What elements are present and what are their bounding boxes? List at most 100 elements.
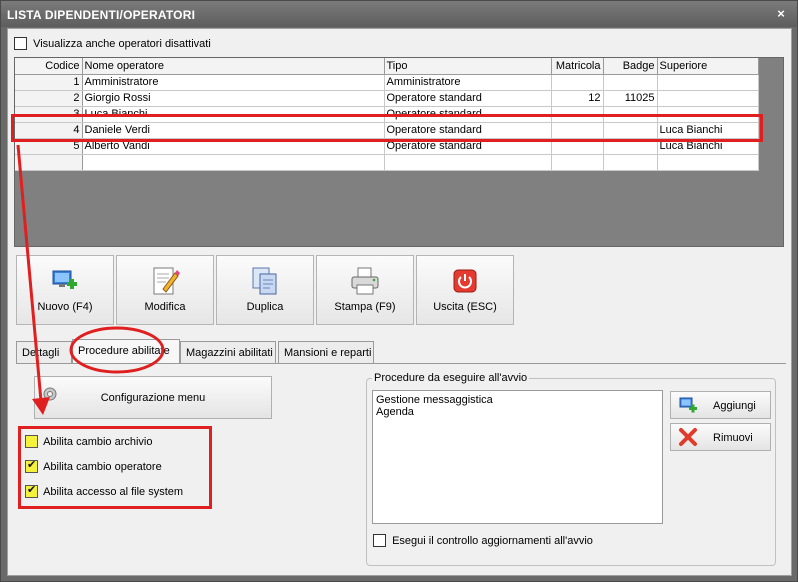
operators-table: Codice Nome operatore Tipo Matricola Bad… xyxy=(15,58,759,171)
table-row[interactable]: 4 Daniele Verdi Operatore standard Luca … xyxy=(15,122,759,139)
cell-empty xyxy=(384,154,552,171)
permission-label: Abilita cambio operatore xyxy=(43,460,162,473)
duplicate-button[interactable]: Duplica xyxy=(216,255,314,325)
permission-label: Abilita cambio archivio xyxy=(43,435,153,448)
startup-procedures-group: Procedure da eseguire all'avvio Gestione… xyxy=(366,372,776,566)
exit-button-label: Uscita (ESC) xyxy=(433,301,497,313)
cell-superiore: Luca Bianchi xyxy=(657,122,759,139)
tab-divider xyxy=(16,363,786,364)
edit-button-label: Modifica xyxy=(144,301,186,313)
cell-tipo: Operatore standard xyxy=(384,122,552,139)
permission-checkbox[interactable] xyxy=(25,483,38,498)
startup-group-legend: Procedure da eseguire all'avvio xyxy=(372,372,530,384)
cell-nome: Luca Bianchi xyxy=(82,106,385,123)
cell-nome: Giorgio Rossi xyxy=(82,90,385,107)
cell-nome: Daniele Verdi xyxy=(82,122,385,139)
cell-codice: 1 xyxy=(15,74,83,91)
print-button[interactable]: Stampa (F9) xyxy=(316,255,414,325)
window-titlebar: LISTA DIPENDENTI/OPERATORI × xyxy=(1,1,797,27)
config-menu-label: Configurazione menu xyxy=(100,392,206,404)
cell-empty xyxy=(82,154,385,171)
new-monitor-plus-icon xyxy=(49,265,81,297)
cell-matricola xyxy=(551,138,604,155)
tab-mansioni-reparti[interactable]: Mansioni e reparti xyxy=(278,341,374,363)
permission-checkbox[interactable] xyxy=(25,435,38,448)
cell-empty xyxy=(551,154,604,171)
operators-grid[interactable]: Codice Nome operatore Tipo Matricola Bad… xyxy=(14,57,784,247)
new-button[interactable]: Nuovo (F4) xyxy=(16,255,114,325)
list-item[interactable]: Gestione messaggistica xyxy=(376,394,659,406)
show-inactive-option[interactable]: Visualizza anche operatori disattivati xyxy=(14,37,211,50)
table-row[interactable]: 5 Alberto Vandi Operatore standard Luca … xyxy=(15,138,759,155)
column-header-badge[interactable]: Badge xyxy=(603,58,658,75)
red-x-icon xyxy=(678,427,698,447)
add-procedure-button[interactable]: Aggiungi xyxy=(670,391,771,419)
duplicate-button-label: Duplica xyxy=(246,301,284,313)
cell-empty xyxy=(15,154,83,171)
cell-codice: 3 xyxy=(15,106,83,123)
column-header-matricola[interactable]: Matricola xyxy=(551,58,604,75)
window-title: LISTA DIPENDENTI/OPERATORI xyxy=(7,8,196,22)
add-procedure-label: Aggiungi xyxy=(713,400,756,412)
duplicate-documents-icon xyxy=(249,265,281,297)
permission-cambio-archivio[interactable]: Abilita cambio archivio xyxy=(25,435,153,448)
column-header-nome[interactable]: Nome operatore xyxy=(82,58,385,75)
cell-codice: 2 xyxy=(15,90,83,107)
cell-matricola xyxy=(551,122,604,139)
table-row-empty[interactable] xyxy=(15,154,759,171)
cell-superiore: Luca Bianchi xyxy=(657,138,759,155)
table-row[interactable]: 2 Giorgio Rossi Operatore standard 12 11… xyxy=(15,90,759,107)
edit-document-pencil-icon xyxy=(149,265,181,297)
permission-label: Abilita accesso al file system xyxy=(43,485,184,498)
tab-dettagli[interactable]: Dettagli xyxy=(16,341,72,363)
cell-codice: 5 xyxy=(15,138,83,155)
cell-codice: 4 xyxy=(15,122,83,139)
edit-button[interactable]: Modifica xyxy=(116,255,214,325)
update-check-option[interactable]: Esegui il controllo aggiornamenti all'av… xyxy=(373,534,593,547)
cell-empty xyxy=(657,154,759,171)
config-menu-button[interactable]: Configurazione menu xyxy=(34,376,272,419)
cell-badge: 11025 xyxy=(603,90,658,107)
tab-procedure-abilitate[interactable]: Procedure abilitate xyxy=(72,339,180,363)
permission-cambio-operatore[interactable]: Abilita cambio operatore xyxy=(25,458,162,473)
cell-badge xyxy=(603,122,658,139)
cell-tipo: Operatore standard xyxy=(384,138,552,155)
printer-icon xyxy=(349,265,381,297)
cell-empty xyxy=(603,154,658,171)
cell-badge xyxy=(603,106,658,123)
permission-accesso-file-system[interactable]: Abilita accesso al file system xyxy=(25,483,184,498)
tab-magazzini-abilitati[interactable]: Magazzini abilitati xyxy=(180,341,276,363)
startup-procedures-list[interactable]: Gestione messaggistica Agenda xyxy=(372,390,663,524)
table-row[interactable]: 3 Luca Bianchi Operatore standard xyxy=(15,106,759,123)
new-button-label: Nuovo (F4) xyxy=(37,301,93,313)
cell-matricola xyxy=(551,74,604,91)
column-header-codice[interactable]: Codice xyxy=(15,58,83,75)
exit-button[interactable]: Uscita (ESC) xyxy=(416,255,514,325)
update-check-checkbox[interactable] xyxy=(373,534,386,547)
show-inactive-checkbox[interactable] xyxy=(14,37,27,50)
column-header-superiore[interactable]: Superiore xyxy=(657,58,759,75)
column-header-tipo[interactable]: Tipo xyxy=(384,58,552,75)
table-header-row: Codice Nome operatore Tipo Matricola Bad… xyxy=(15,58,759,75)
cell-nome: Alberto Vandi xyxy=(82,138,385,155)
table-row[interactable]: 1 Amministratore Amministratore xyxy=(15,74,759,91)
cell-tipo: Amministratore xyxy=(384,74,552,91)
list-item[interactable]: Agenda xyxy=(376,406,659,418)
cell-superiore xyxy=(657,90,759,107)
client-area: Visualizza anche operatori disattivati C… xyxy=(7,28,792,576)
operators-window: LISTA DIPENDENTI/OPERATORI × Visualizza … xyxy=(0,0,798,582)
remove-procedure-button[interactable]: Rimuovi xyxy=(670,423,771,451)
cell-superiore xyxy=(657,106,759,123)
close-icon[interactable]: × xyxy=(777,6,785,21)
cell-matricola: 12 xyxy=(551,90,604,107)
cell-matricola xyxy=(551,106,604,123)
cell-nome: Amministratore xyxy=(82,74,385,91)
cell-tipo: Operatore standard xyxy=(384,90,552,107)
permission-checkbox[interactable] xyxy=(25,458,38,473)
show-inactive-label: Visualizza anche operatori disattivati xyxy=(33,37,211,50)
update-check-label: Esegui il controllo aggiornamenti all'av… xyxy=(392,534,593,547)
power-off-icon xyxy=(449,265,481,297)
cell-superiore xyxy=(657,74,759,91)
cell-tipo: Operatore standard xyxy=(384,106,552,123)
remove-procedure-label: Rimuovi xyxy=(713,432,753,444)
